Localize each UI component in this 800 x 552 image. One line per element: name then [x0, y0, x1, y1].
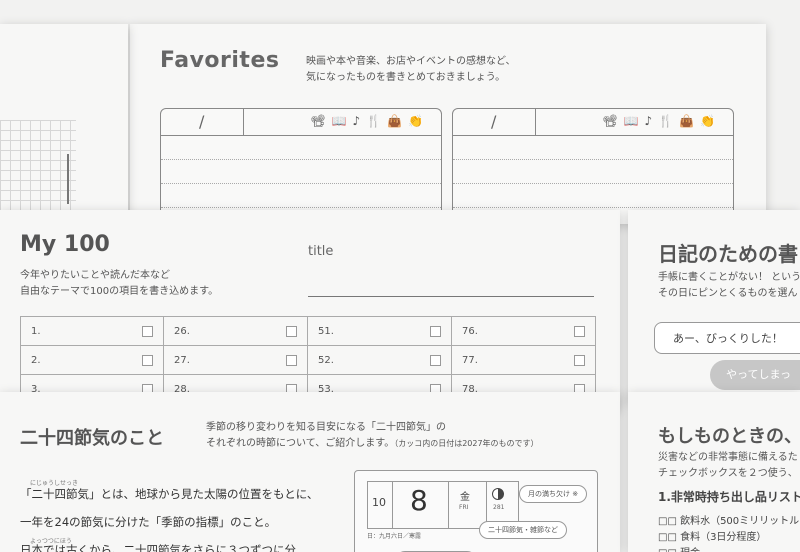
list-item[interactable]: 52. — [306, 345, 452, 375]
checkbox[interactable] — [574, 355, 585, 366]
calendar-example: 10 8 金 FRI 281 日：九月六日／寒露 月の満ち欠け ※ 二十四節気・… — [354, 470, 598, 552]
category-icons: 📽📖♪🍴👜👏 — [310, 114, 429, 128]
item-number: 26. — [173, 325, 190, 337]
writing-line — [161, 183, 441, 184]
sekki-description: 季節の移り変わりを知る目安になる「二十四節気」の それぞれの時節について、ご紹介… — [206, 420, 539, 452]
my100-title: My 100 — [20, 232, 110, 257]
sekki-title: 二十四節気のこと — [20, 428, 164, 449]
diary-title: 日記のための書き — [658, 242, 800, 266]
emergency-description: 災害などの非常事態に備えるた チェックボックスを２つ使う、 — [658, 450, 798, 482]
item-number: 51. — [317, 325, 334, 337]
divider — [243, 109, 244, 135]
my100-description: 今年やりたいことや読んだ本など 自由なテーマで100の項目を書き込めます。 — [20, 268, 218, 300]
grid-marker — [67, 154, 69, 204]
item-number: 27. — [173, 354, 190, 366]
item-number: 77. — [461, 354, 478, 366]
entry-header: / 📽📖♪🍴👜👏 — [453, 109, 733, 136]
list-item[interactable]: 77. — [450, 345, 597, 375]
writing-line — [453, 159, 733, 160]
list-item[interactable]: 26. — [162, 316, 308, 346]
item-number: 76. — [461, 325, 478, 337]
emergency-section-title: 1.非常時持ち出し品リスト — [658, 490, 800, 504]
sekki-desc-line: それぞれの時節について、ご紹介します。 — [206, 438, 395, 449]
divider — [448, 482, 449, 528]
title-label: title — [308, 244, 334, 259]
sekki-page: 二十四節気のこと 季節の移り変わりを知る目安になる「二十四節気」の それぞれの時… — [0, 392, 620, 552]
callout-moon: 月の満ち欠け ※ — [519, 485, 588, 503]
favorites-entry-box[interactable]: / 📽📖♪🍴👜👏 — [452, 108, 734, 224]
sekki-desc-line: 季節の移り変わりを知る目安になる「二十四節気」の — [206, 422, 446, 433]
moon-phase-icon — [492, 488, 504, 500]
favorites-page: Favorites 映画や本や音楽、お店やイベントの感想など、 気になったものを… — [130, 24, 766, 224]
sekki-desc-note: （カッコ内の日付は2027年のものです） — [394, 439, 539, 448]
writing-line — [161, 159, 441, 160]
writing-line — [453, 183, 733, 184]
list-item[interactable]: 27. — [162, 345, 308, 375]
list-item[interactable]: 76. — [450, 316, 597, 346]
diary-page: 日記のための書き 手帳に書くことがない！ という その日にピンとくるものを選ん … — [628, 210, 800, 400]
item-number: 52. — [317, 354, 334, 366]
writing-line — [161, 207, 441, 208]
diary-desc-line: 手帳に書くことがない！ という — [658, 272, 800, 283]
favorites-desc-line: 映画や本や音楽、お店やイベントの感想など、 — [306, 56, 516, 67]
emergency-desc-line: 災害などの非常事態に備えるた — [658, 452, 798, 463]
body-line: 「二十四節気」とは、地球から見た太陽の位置をもとに、 — [20, 487, 319, 501]
emergency-page: もしものときの、 災害などの非常事態に備えるた チェックボックスを２つ使う、 1… — [628, 392, 800, 552]
calendar-subtext: 日：九月六日／寒露 — [367, 533, 422, 540]
favorites-description: 映画や本や音楽、お店やイベントの感想など、 気になったものを書きとめておきましょ… — [306, 54, 516, 86]
emergency-desc-line: チェックボックスを２つ使う、 — [658, 468, 798, 479]
checkbox[interactable] — [141, 326, 153, 337]
category-icons: 📽📖♪🍴👜👏 — [602, 114, 721, 128]
calendar-month: 10 — [372, 496, 386, 509]
favorites-desc-line: 気になったものを書きとめておきましょう。 — [306, 72, 506, 83]
sticker-pill: やってしまっ — [710, 360, 800, 390]
my100-desc-line: 自由なテーマで100の項目を書き込めます。 — [20, 286, 219, 297]
list-item[interactable]: 51. — [306, 316, 452, 346]
sekki-body: 「二十四節気」とは、地球から見た太陽の位置をもとに、 一年を24の節気に分けた「… — [20, 480, 318, 552]
list-item[interactable]: 1. — [20, 316, 164, 346]
divider — [392, 482, 393, 528]
calendar-weekday-en: FRI — [459, 504, 469, 511]
calendar-weekday: 金 — [460, 492, 470, 503]
checkbox[interactable] — [429, 355, 441, 366]
callout-sekki: 二十四節気・雑節など — [479, 521, 567, 539]
my100-table: 1. 26. 51. 76. 2. 27. 52. 77. 3. 28. 53.… — [20, 316, 597, 404]
diary-desc-line: その日にピンとくるものを選ん — [658, 288, 798, 299]
title-input-line[interactable] — [308, 296, 594, 297]
entry-header: / 📽📖♪🍴👜👏 — [161, 109, 441, 136]
list-item[interactable]: 2. — [20, 345, 164, 375]
checkbox[interactable] — [141, 355, 153, 366]
day-of-year: 281 — [493, 504, 505, 511]
item-number: 1. — [31, 325, 41, 337]
diary-description: 手帳に書くことがない！ という その日にピンとくるものを選ん — [658, 270, 800, 302]
checklist-item[interactable]: □□ 食料（3日分程度） — [658, 528, 766, 543]
date-slash: / — [491, 112, 497, 131]
grid-area — [0, 120, 76, 224]
checkbox[interactable] — [285, 326, 297, 337]
my100-page: My 100 今年やりたいことや読んだ本など 自由なテーマで100の項目を書き込… — [0, 210, 620, 410]
writing-line — [453, 207, 733, 208]
my100-desc-line: 今年やりたいことや読んだ本など — [20, 270, 170, 281]
table-row: 2. 27. 52. 77. — [20, 345, 597, 375]
speech-bubble: あー、びっくりした！ — [654, 322, 800, 354]
divider — [535, 109, 536, 135]
checkbox[interactable] — [285, 355, 297, 366]
grid-page — [0, 24, 128, 224]
body-line: 一年を24の節気に分けた「季節の指標」のこと。 — [20, 515, 277, 529]
checklist-item[interactable]: □□ 飲料水（500ミリリットル× — [658, 512, 800, 527]
table-row: 1. 26. 51. 76. — [20, 316, 597, 346]
date-slash: / — [199, 112, 205, 131]
item-number: 2. — [31, 354, 41, 366]
checkbox[interactable] — [574, 326, 585, 337]
body-line: 日本では古くから、二十四節気をさらに３つずつに分 — [20, 543, 296, 552]
favorites-title: Favorites — [160, 48, 280, 73]
favorites-entry-box[interactable]: / 📽📖♪🍴👜👏 — [160, 108, 442, 224]
calendar-day: 8 — [410, 484, 428, 517]
checkbox[interactable] — [429, 326, 441, 337]
checklist-item[interactable]: □□ 現金 — [658, 544, 700, 552]
emergency-title: もしものときの、 — [658, 426, 800, 447]
